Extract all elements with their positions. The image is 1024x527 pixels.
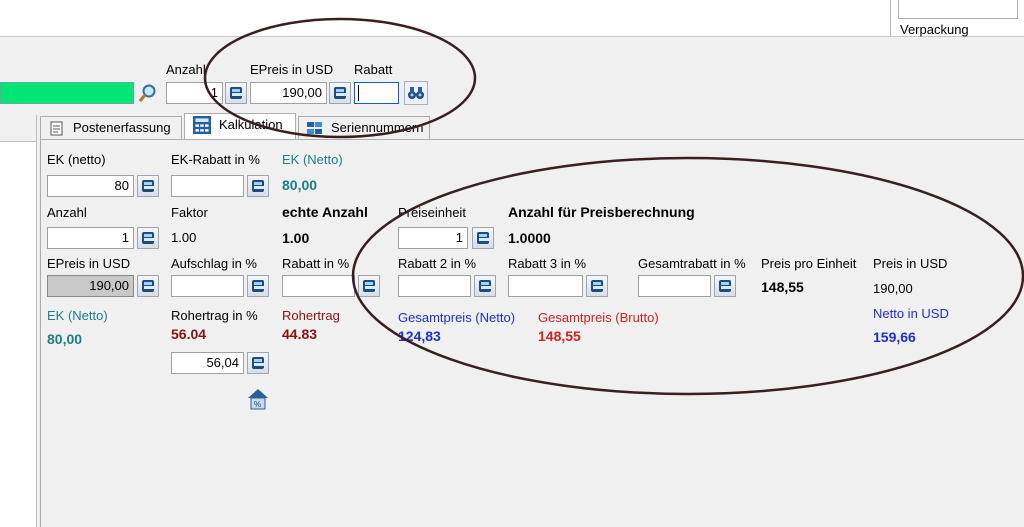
- annotation-ellipse-prices: [351, 156, 1024, 396]
- annotation-ellipses: [203, 17, 1024, 396]
- annotation-ellipse-header: [203, 17, 477, 139]
